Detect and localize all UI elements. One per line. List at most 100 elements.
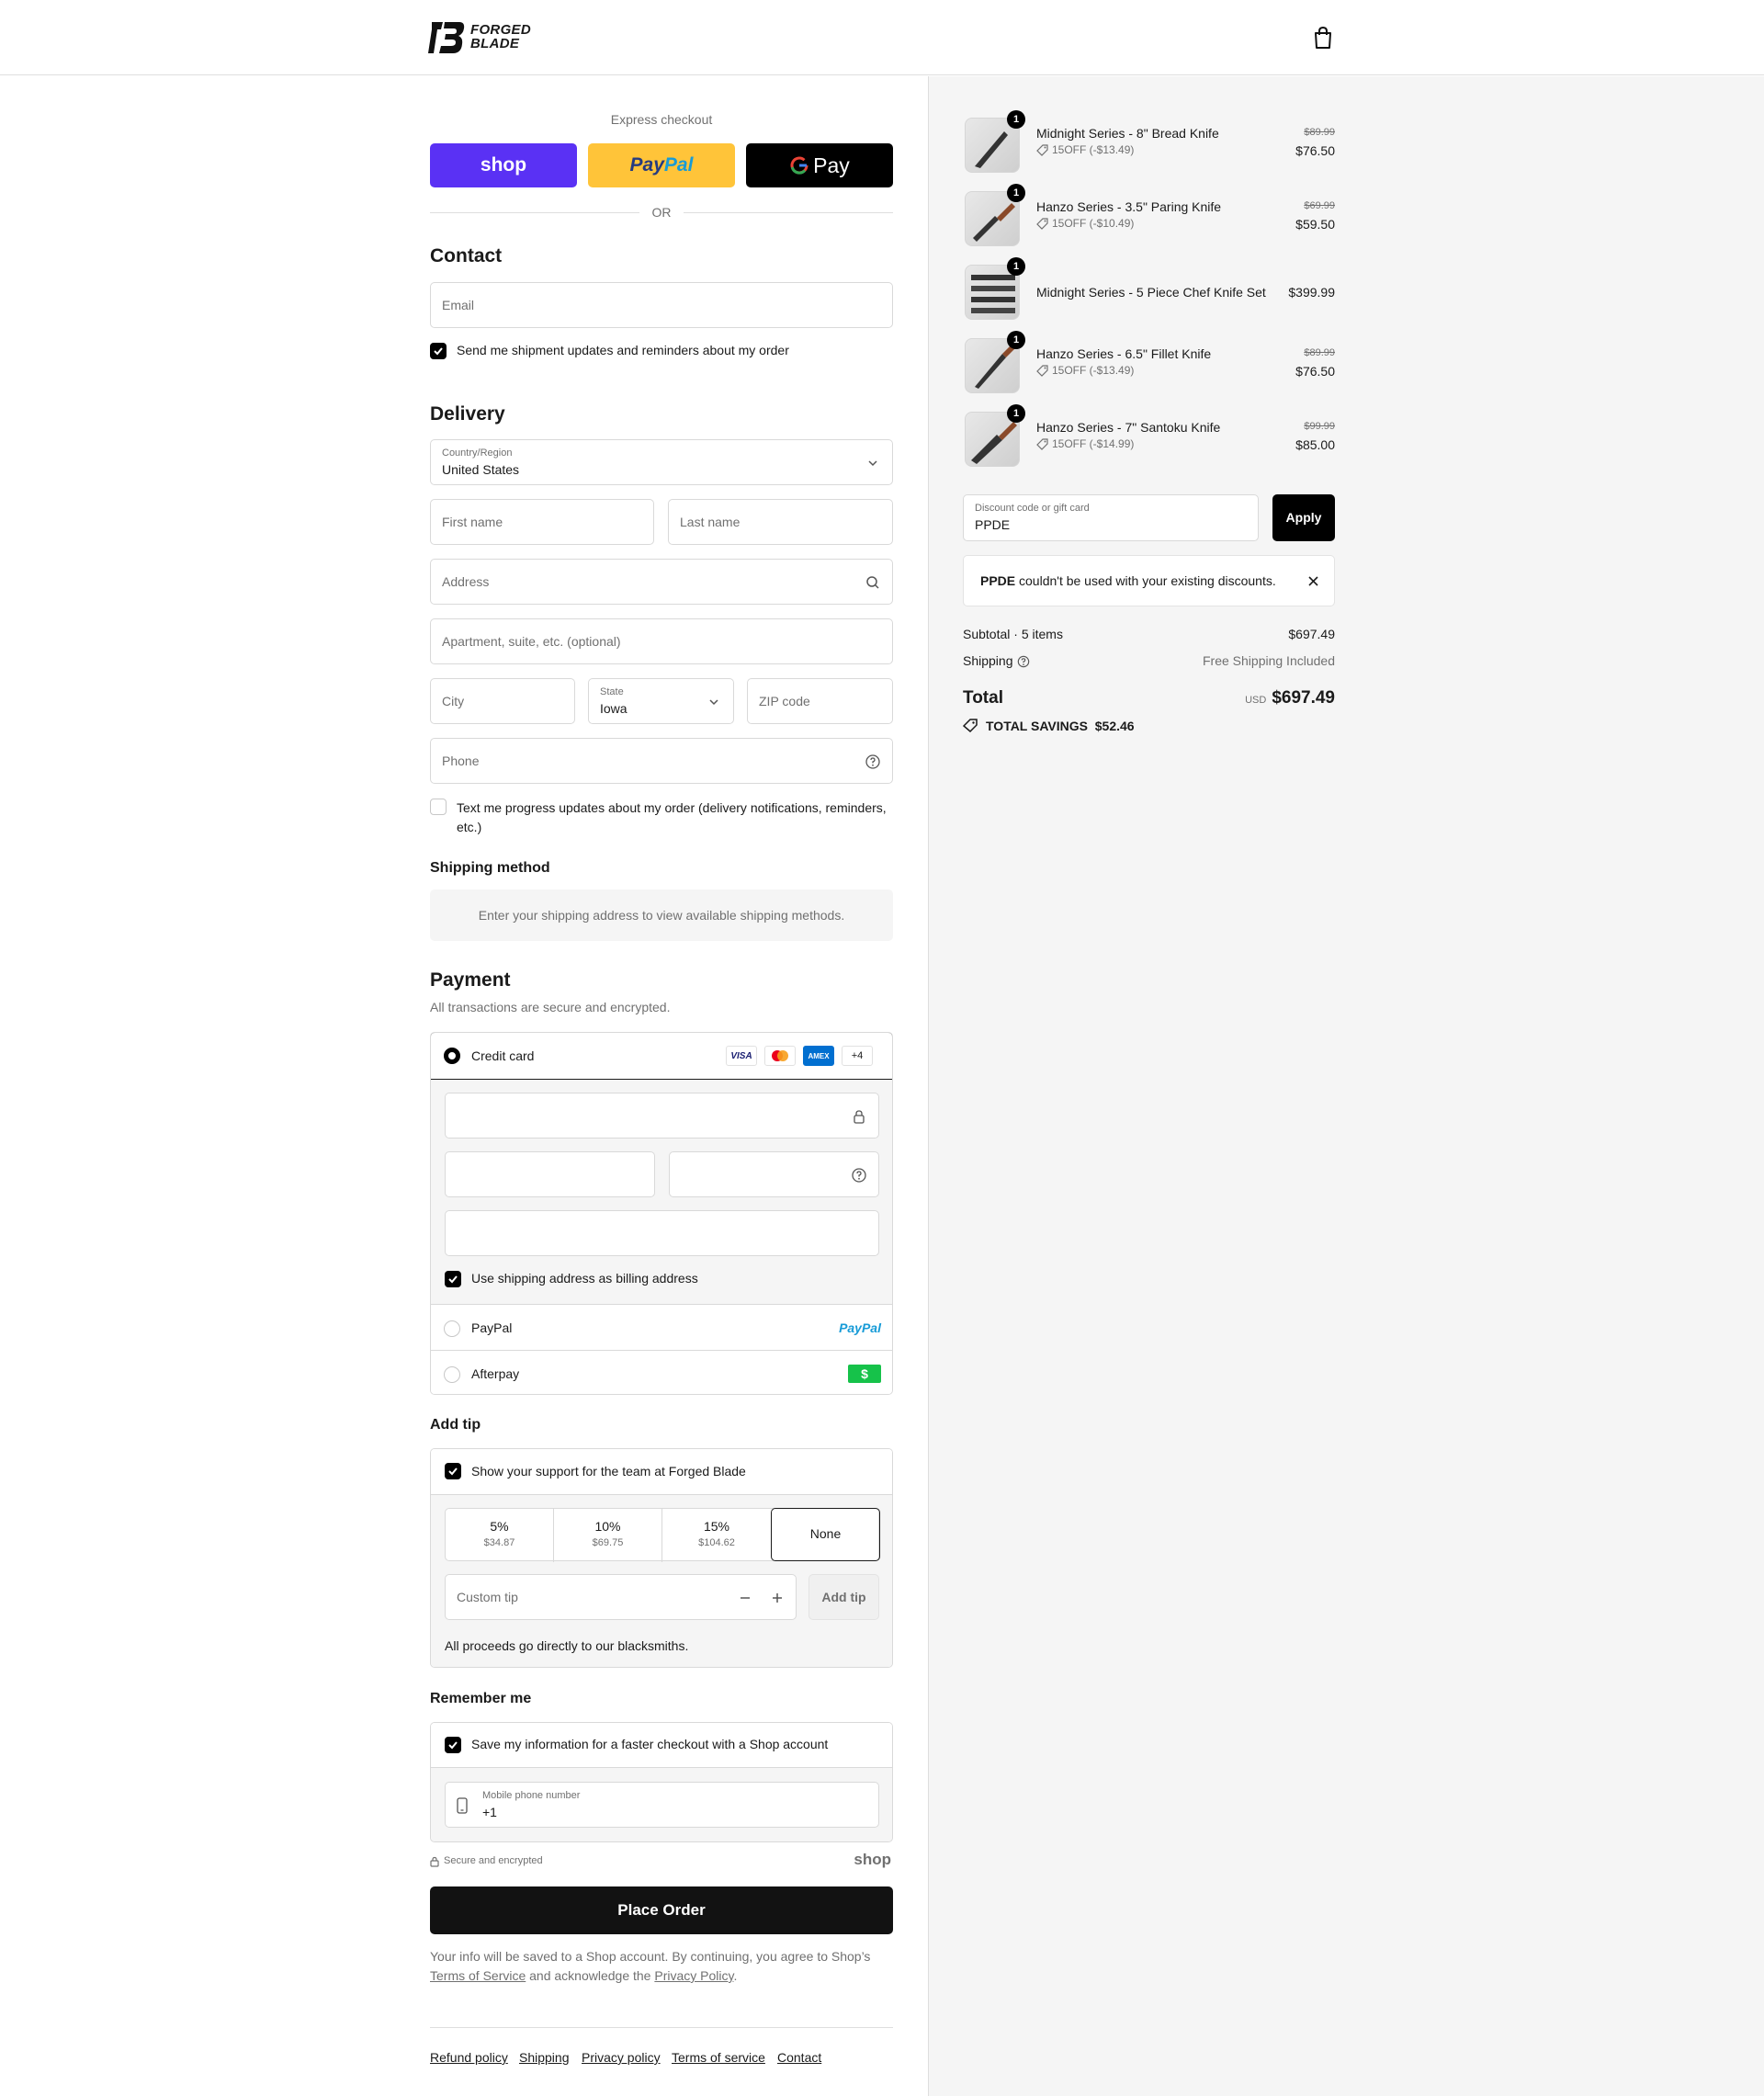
privacy-policy-link[interactable]: Privacy Policy bbox=[654, 1968, 733, 1983]
item-name: Midnight Series - 5 Piece Chef Knife Set bbox=[1036, 285, 1266, 300]
tip-support-row: Show your support for the team at Forged… bbox=[431, 1449, 892, 1495]
shopping-bag-icon[interactable] bbox=[1312, 26, 1334, 50]
item-price: $399.99 bbox=[1288, 285, 1335, 300]
phone-field[interactable]: Phone bbox=[430, 738, 893, 784]
footer-privacy-policy-link[interactable]: Privacy policy bbox=[582, 2050, 661, 2065]
error-text: couldn't be used with your existing disc… bbox=[1019, 573, 1276, 588]
custom-tip-field[interactable]: Custom tip bbox=[445, 1574, 797, 1620]
savings-tag-icon bbox=[963, 719, 978, 732]
quantity-badge: 1 bbox=[1007, 110, 1025, 129]
chevron-down-icon bbox=[709, 699, 718, 706]
email-placeholder: Email bbox=[442, 298, 475, 312]
express-checkout-title: Express checkout bbox=[610, 112, 713, 127]
checkmark-icon bbox=[448, 1741, 458, 1750]
cart-item: 1 Hanzo Series - 7" Santoku Knife 15OFF … bbox=[963, 404, 1335, 470]
tag-icon bbox=[1036, 364, 1048, 377]
footer-refund-policy-link[interactable]: Refund policy bbox=[430, 2050, 508, 2065]
first-name-field[interactable]: First name bbox=[430, 499, 654, 545]
tip-option-10[interactable]: 10% $69.75 bbox=[554, 1509, 662, 1562]
paypal-button[interactable]: PayPal bbox=[588, 143, 735, 187]
plus-icon[interactable] bbox=[770, 1591, 785, 1605]
phone-placeholder: Phone bbox=[442, 753, 480, 768]
tip-option-5[interactable]: 5% $34.87 bbox=[446, 1509, 554, 1562]
google-pay-button[interactable]: Pay bbox=[746, 143, 893, 187]
email-field[interactable]: Email bbox=[430, 282, 893, 328]
shipment-updates-checkbox[interactable] bbox=[430, 343, 447, 359]
add-tip-heading: Add tip bbox=[430, 1417, 481, 1433]
card-number-field[interactable] bbox=[445, 1093, 879, 1139]
item-name: Hanzo Series - 6.5" Fillet Knife bbox=[1036, 346, 1212, 361]
payment-heading: Payment bbox=[430, 969, 511, 991]
cart-item: 1 Midnight Series - 8" Bread Knife 15OFF… bbox=[963, 110, 1335, 176]
search-icon bbox=[866, 576, 879, 589]
shipping-method-heading: Shipping method bbox=[430, 860, 550, 876]
currency-code: USD bbox=[1245, 695, 1267, 706]
original-price: $89.99 bbox=[1304, 347, 1335, 358]
tip-box: Show your support for the team at Forged… bbox=[430, 1448, 893, 1668]
add-tip-button[interactable]: Add tip bbox=[808, 1574, 879, 1620]
paypal-option[interactable]: PayPal PayPal bbox=[431, 1306, 892, 1351]
divider-right bbox=[684, 212, 893, 213]
item-discount: 15OFF (-$13.49) bbox=[1036, 364, 1134, 377]
apply-discount-button[interactable]: Apply bbox=[1272, 494, 1335, 541]
tip-note: All proceeds go directly to our blacksmi… bbox=[445, 1638, 689, 1653]
afterpay-radio[interactable] bbox=[444, 1366, 460, 1383]
card-expiry-field[interactable] bbox=[445, 1151, 655, 1197]
place-order-button[interactable]: Place Order bbox=[430, 1886, 893, 1934]
legal-text-1: Your info will be saved to a Shop accoun… bbox=[430, 1949, 871, 1964]
apartment-field[interactable]: Apartment, suite, etc. (optional) bbox=[430, 618, 893, 664]
close-icon[interactable] bbox=[1307, 575, 1319, 587]
tag-icon bbox=[1036, 143, 1048, 156]
paypal-radio[interactable] bbox=[444, 1320, 460, 1337]
card-cvv-field[interactable] bbox=[669, 1151, 879, 1197]
brand-logo[interactable]: FORGED BLADE bbox=[428, 17, 531, 57]
tip-option-none[interactable]: None bbox=[771, 1508, 880, 1561]
credit-card-radio[interactable] bbox=[444, 1048, 460, 1064]
discount-code: 15OFF (-$13.49) bbox=[1052, 143, 1135, 156]
zip-field[interactable]: ZIP code bbox=[747, 678, 893, 724]
terms-of-service-link[interactable]: Terms of Service bbox=[430, 1968, 526, 1983]
divider-left bbox=[430, 212, 639, 213]
original-price: $69.99 bbox=[1304, 200, 1335, 211]
payment-methods-box: Credit card VISA AMEX +4 Use shipping ad… bbox=[430, 1032, 893, 1395]
cart-item: 1 Hanzo Series - 3.5" Paring Knife 15OFF… bbox=[963, 184, 1335, 250]
quantity-badge: 1 bbox=[1007, 257, 1025, 276]
discount-code-label: Discount code or gift card bbox=[975, 503, 1090, 514]
footer-contact-link[interactable]: Contact bbox=[777, 2050, 821, 2065]
discount-code-field[interactable]: Discount code or gift card PPDE bbox=[963, 494, 1259, 541]
quantity-badge: 1 bbox=[1007, 184, 1025, 202]
billing-address-checkbox[interactable] bbox=[445, 1271, 461, 1287]
minus-icon[interactable] bbox=[738, 1591, 752, 1605]
last-name-field[interactable]: Last name bbox=[668, 499, 893, 545]
help-circle-icon[interactable] bbox=[852, 1168, 866, 1183]
sms-updates-checkbox[interactable] bbox=[430, 799, 447, 815]
address-field[interactable]: Address bbox=[430, 559, 893, 605]
amex-icon: AMEX bbox=[803, 1046, 834, 1066]
credit-card-option[interactable]: Credit card VISA AMEX +4 bbox=[431, 1033, 892, 1080]
card-name-field[interactable] bbox=[445, 1210, 879, 1256]
footer-shipping-link[interactable]: Shipping bbox=[519, 2050, 570, 2065]
item-price: $59.50 bbox=[1295, 217, 1335, 232]
item-discount: 15OFF (-$10.49) bbox=[1036, 217, 1134, 230]
cart-item: 1 Midnight Series - 5 Piece Chef Knife S… bbox=[963, 257, 1335, 323]
tip-options: 5% $34.87 10% $69.75 15% $104.62 None bbox=[445, 1508, 880, 1562]
shop-pay-button[interactable]: shop bbox=[430, 143, 577, 187]
country-label: Country/Region bbox=[442, 448, 513, 459]
save-info-checkbox[interactable] bbox=[445, 1737, 461, 1753]
mobile-phone-field[interactable]: Mobile phone number +1 bbox=[445, 1782, 879, 1828]
checkmark-icon bbox=[448, 1467, 458, 1476]
chevron-down-icon bbox=[868, 460, 877, 467]
afterpay-option[interactable]: Afterpay $ bbox=[431, 1352, 892, 1394]
city-field[interactable]: City bbox=[430, 678, 575, 724]
address-placeholder: Address bbox=[442, 574, 490, 589]
footer-terms-link[interactable]: Terms of service bbox=[672, 2050, 765, 2065]
lock-icon bbox=[854, 1110, 865, 1124]
tip-support-checkbox[interactable] bbox=[445, 1463, 461, 1479]
error-code: PPDE bbox=[980, 573, 1016, 588]
paypal-label: PayPal bbox=[471, 1320, 513, 1335]
help-circle-icon[interactable] bbox=[865, 754, 880, 769]
mobile-phone-value: +1 bbox=[482, 1805, 497, 1819]
state-select[interactable]: State Iowa bbox=[588, 678, 734, 724]
tip-option-15[interactable]: 15% $104.62 bbox=[662, 1509, 771, 1562]
country-select[interactable]: Country/Region United States bbox=[430, 439, 893, 485]
